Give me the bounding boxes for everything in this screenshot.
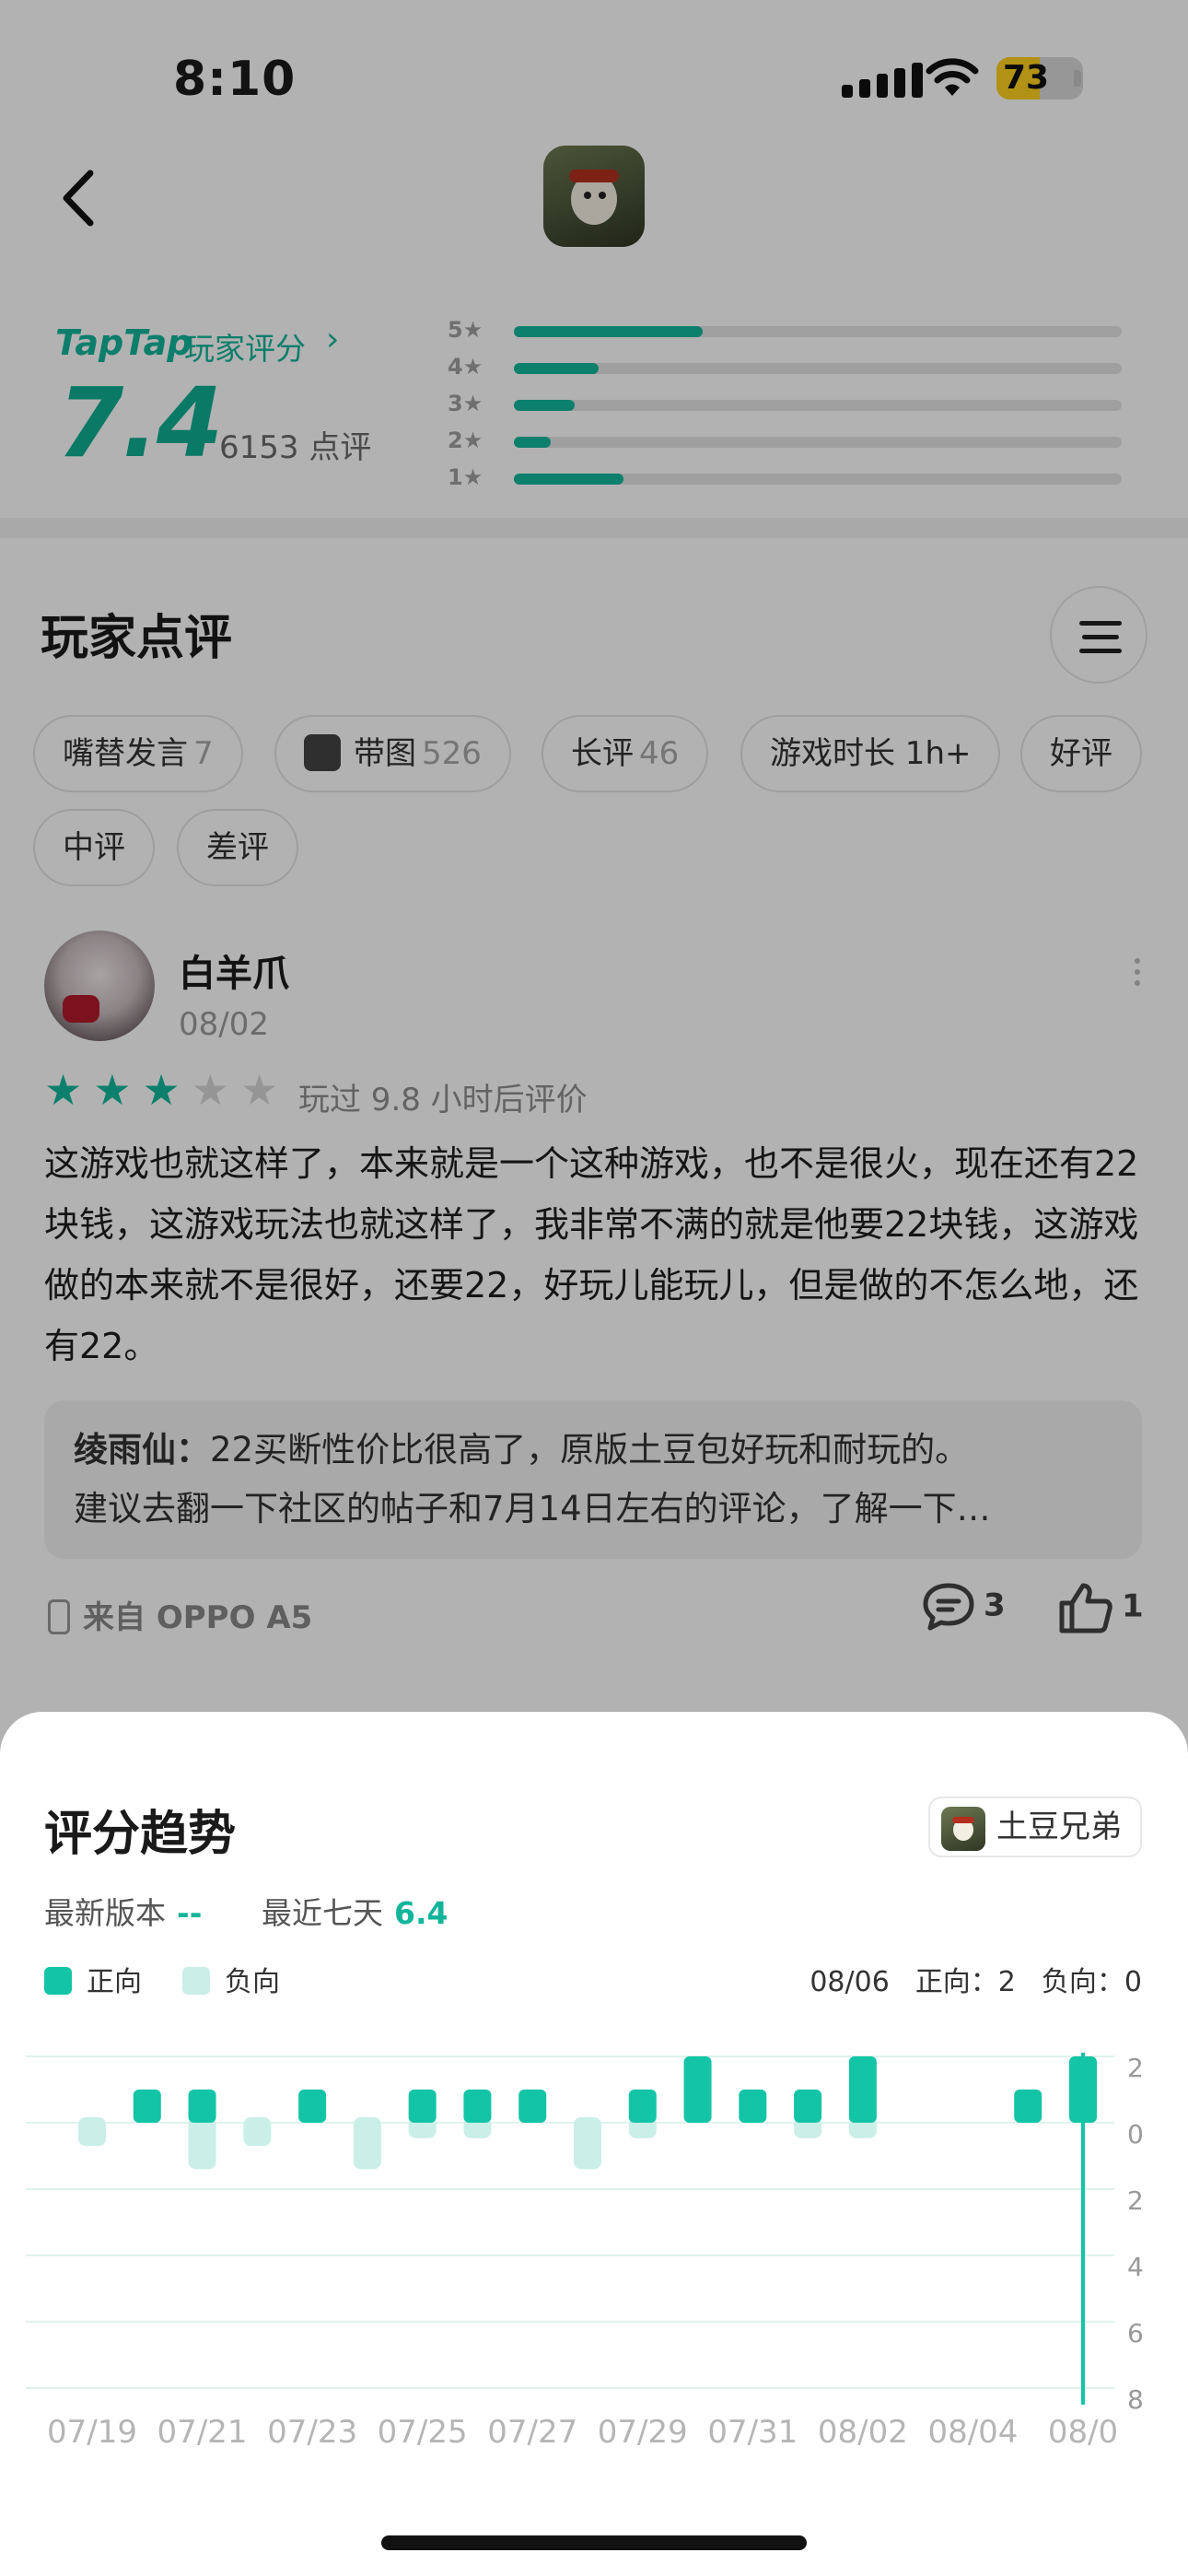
x-tick-label: 07/29 xyxy=(597,2414,688,2451)
positive-bar xyxy=(628,2090,657,2123)
x-tick-label: 08/04 xyxy=(927,2414,1019,2451)
positive-bar xyxy=(463,2090,492,2123)
recent-seven-days-metric: 最近七天 6.4 xyxy=(262,1895,448,1931)
legend-positive: 正向 xyxy=(44,1959,142,1999)
game-selector[interactable]: 土豆兄弟 xyxy=(928,1797,1142,1857)
y-tick-label: 2 xyxy=(1127,2053,1144,2083)
x-tick-label: 08/0 xyxy=(1047,2414,1119,2451)
x-tick-label: 07/21 xyxy=(157,2414,248,2451)
positive-bar xyxy=(298,2090,327,2123)
positive-bar xyxy=(408,2090,437,2123)
legend-negative: 负向 xyxy=(182,1959,280,1999)
game-icon xyxy=(941,1807,985,1851)
negative-bar xyxy=(574,2117,601,2170)
y-tick-label: 8 xyxy=(1127,2384,1144,2415)
positive-bar xyxy=(739,2090,767,2123)
rating-trend-sheet: 评分趋势 土豆兄弟 最新版本 -- 最近七天 6.4 正向 负向 08/06 正向：2… xyxy=(0,1712,1188,2576)
y-tick-label: 2 xyxy=(1127,2185,1144,2216)
x-tick-label: 07/19 xyxy=(47,2414,137,2451)
y-tick-label: 0 xyxy=(1127,2119,1144,2149)
negative-bar xyxy=(243,2117,272,2147)
latest-version-metric: 最新版本 -- xyxy=(44,1895,203,1931)
positive-bar xyxy=(848,2056,877,2123)
x-tick-label: 07/27 xyxy=(487,2414,578,2451)
x-tick-label: 07/23 xyxy=(267,2414,358,2451)
negative-bar xyxy=(353,2117,381,2170)
x-tick-label: 08/02 xyxy=(817,2414,908,2451)
positive-bar xyxy=(518,2090,547,2123)
y-tick-label: 6 xyxy=(1127,2318,1144,2348)
sheet-title: 评分趋势 xyxy=(44,1807,237,1862)
negative-bar xyxy=(188,2117,216,2170)
positive-bar xyxy=(188,2090,216,2123)
home-indicator[interactable] xyxy=(381,2535,807,2550)
y-tick-label: 4 xyxy=(1127,2252,1144,2282)
selected-day-info: 08/06 正向：2 负向：0 xyxy=(809,1966,1142,1998)
negative-bar xyxy=(78,2117,106,2147)
x-tick-label: 07/31 xyxy=(707,2414,798,2451)
trend-chart[interactable] xyxy=(0,2034,1188,2440)
positive-bar xyxy=(133,2090,161,2123)
positive-bar xyxy=(1014,2090,1042,2123)
game-name: 土豆兄弟 xyxy=(996,1809,1122,1845)
positive-bar xyxy=(794,2090,822,2123)
positive-bar xyxy=(683,2056,712,2123)
x-tick-label: 07/25 xyxy=(377,2414,468,2451)
